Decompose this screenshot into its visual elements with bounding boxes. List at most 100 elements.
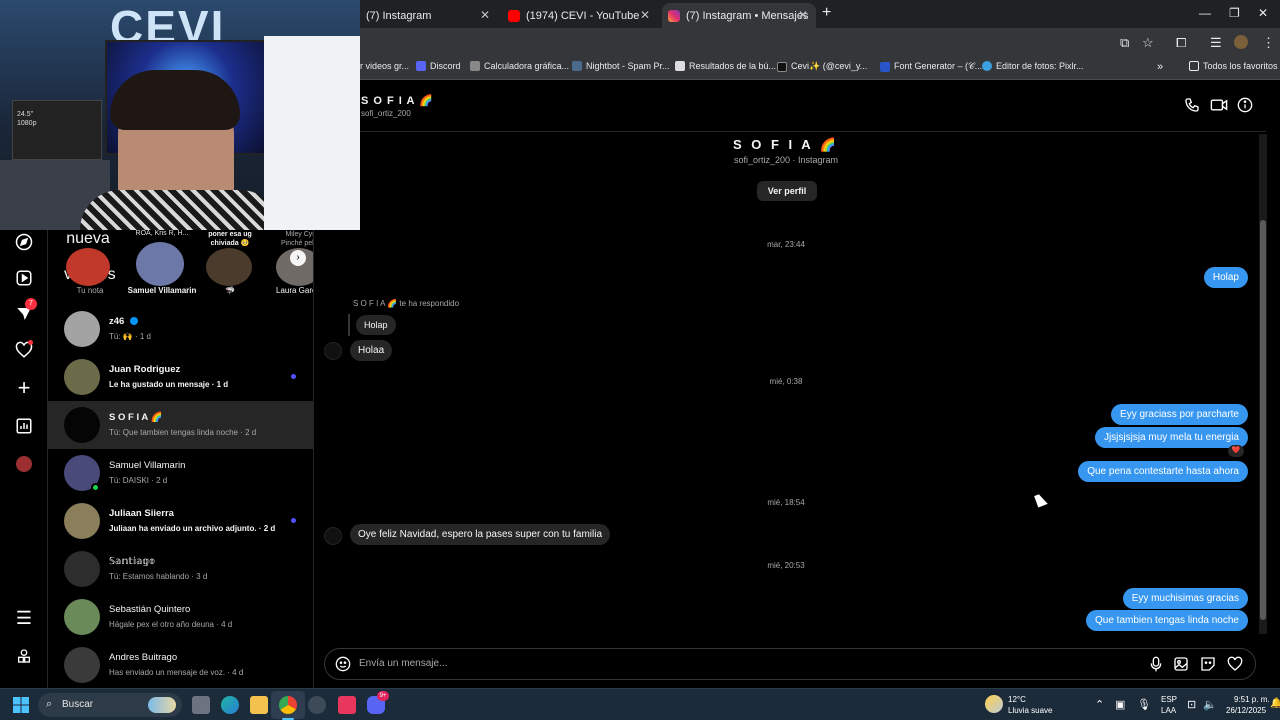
message-sent[interactable]: Eyy muchisimas gracias bbox=[1122, 588, 1248, 609]
tab-youtube[interactable]: (1974) CEVI - YouTube ✕ bbox=[502, 3, 658, 28]
close-tab-icon[interactable]: ✕ bbox=[798, 8, 808, 22]
emoji-icon[interactable] bbox=[335, 656, 351, 677]
create-plus-icon[interactable]: + bbox=[14, 375, 34, 400]
close-tab-icon[interactable]: ✕ bbox=[640, 8, 650, 22]
message-sent[interactable]: Que tambien tengas linda noche bbox=[1086, 610, 1248, 631]
chat-header-name[interactable]: S O F I A 🌈 bbox=[361, 94, 434, 107]
cast-icon[interactable]: ⧉ bbox=[1120, 35, 1129, 51]
menu-icon[interactable]: ⋮ bbox=[1262, 35, 1275, 51]
bookmark-label: Cevi✨ (@cevi_y... bbox=[791, 61, 868, 71]
avatar bbox=[64, 647, 100, 683]
conversation-row[interactable]: 𝕊𝕒𝕟𝕥𝕚𝕒𝕘𝕠 Tú: Estamos hablando · 3 d bbox=[48, 545, 313, 593]
obs-icon[interactable] bbox=[308, 696, 326, 714]
streamer-shirt bbox=[80, 190, 280, 230]
chrome-icon[interactable] bbox=[279, 696, 297, 714]
reels-icon[interactable] bbox=[14, 268, 34, 288]
restore-icon[interactable]: ❐ bbox=[1229, 6, 1240, 20]
conversation-row[interactable]: z46 Tú: 🙌 · 1 d bbox=[48, 305, 313, 353]
profile-avatar[interactable] bbox=[14, 454, 34, 474]
red-dot bbox=[28, 340, 33, 345]
tab-instagram-messages[interactable]: (7) Instagram • Mensajes ✕ bbox=[662, 3, 816, 28]
notification-bell-icon[interactable]: 🔔 bbox=[1270, 698, 1280, 709]
message-sent[interactable]: Jjsjsjsjsja muy mela tu energia bbox=[1094, 427, 1248, 448]
message-sent[interactable]: Eyy graciass por parcharte bbox=[1111, 404, 1248, 425]
all-bookmarks-folder[interactable]: Todos los favoritos bbox=[1189, 61, 1278, 71]
windows-start-icon[interactable] bbox=[13, 697, 29, 713]
tiktok-studio-icon[interactable] bbox=[338, 696, 356, 714]
info-icon[interactable] bbox=[1237, 97, 1255, 115]
conversation-row[interactable]: Juan Rodriguez Le ha gustado un mensaje … bbox=[48, 353, 313, 401]
bookmark-item[interactable]: Editor de fotos: Pixlr... bbox=[982, 61, 1084, 71]
threads-icon[interactable] bbox=[14, 646, 34, 666]
edge-icon[interactable] bbox=[221, 696, 239, 714]
taskbar-search[interactable]: ⌕ Buscar bbox=[38, 693, 182, 717]
bookmark-item[interactable]: Resultados de la bú... bbox=[675, 61, 776, 71]
more-bookmarks-icon[interactable]: » bbox=[1157, 61, 1163, 73]
conversation-preview: Hágale pex el otro año deuna · 4 d bbox=[109, 620, 233, 629]
messages-icon[interactable]: 7 bbox=[14, 298, 37, 324]
conversation-row[interactable]: S O F I A 🌈 Tú: Que tambien tengas linda… bbox=[48, 401, 313, 449]
message-received[interactable]: Holaa bbox=[350, 340, 393, 361]
quoted-message[interactable]: Holap bbox=[356, 315, 396, 335]
weather-icon[interactable] bbox=[985, 695, 1003, 713]
microphone-icon[interactable] bbox=[1149, 656, 1163, 677]
message-sent[interactable]: Que pena contestarte hasta ahora bbox=[1078, 461, 1248, 482]
conversation-row[interactable]: Andres Buitrago Has enviado un mensaje d… bbox=[48, 641, 313, 688]
phone-call-icon[interactable] bbox=[1184, 97, 1202, 115]
notes-next-arrow-icon[interactable]: › bbox=[290, 250, 306, 266]
message-sent[interactable]: Holap bbox=[1203, 267, 1248, 288]
view-profile-button[interactable]: Ver perfil bbox=[757, 181, 817, 201]
bookmark-item[interactable]: Nightbot - Spam Pr... bbox=[572, 61, 670, 71]
close-tab-icon[interactable]: ✕ bbox=[480, 8, 490, 22]
message-composer[interactable]: Envía un mensaje... bbox=[324, 648, 1256, 680]
bookmark-item[interactable]: Discord bbox=[416, 61, 461, 71]
bookmark-star-icon[interactable]: ☆ bbox=[1142, 35, 1154, 51]
discord-icon[interactable]: 9+ bbox=[367, 691, 389, 714]
unread-dot bbox=[291, 374, 296, 379]
heart-like-icon[interactable] bbox=[1227, 656, 1243, 677]
sticker-icon[interactable] bbox=[1200, 656, 1216, 677]
conversation-name: Juan Rodriguez bbox=[109, 364, 181, 375]
avatar bbox=[64, 551, 100, 587]
bookmark-item[interactable]: Calculadora gráfica... bbox=[470, 61, 569, 71]
conversation-row[interactable]: Sebastián Quintero Hágale pex el otro añ… bbox=[48, 593, 313, 641]
file-explorer-icon[interactable] bbox=[250, 696, 268, 714]
clock-date[interactable]: 26/12/2025 bbox=[1226, 706, 1266, 715]
message-received[interactable]: Oye feliz Navidad, espero la pases super… bbox=[350, 524, 611, 545]
search-placeholder: Buscar bbox=[62, 699, 94, 710]
conversation-row[interactable]: Samuel Villamarin Tú: DAISKI · 2 d bbox=[48, 449, 313, 497]
bookmark-item[interactable]: Font Generator – (𝒞... bbox=[880, 61, 982, 72]
clock-time[interactable]: 9:51 p. m. bbox=[1234, 695, 1270, 704]
notifications-heart-icon[interactable] bbox=[14, 340, 34, 360]
tab-title: (1974) CEVI - YouTube bbox=[526, 9, 640, 22]
volume-icon[interactable]: 🔈 bbox=[1203, 698, 1217, 711]
bookmark-item[interactable]: Cevi✨ (@cevi_y... bbox=[777, 61, 867, 72]
image-icon[interactable] bbox=[1173, 656, 1189, 677]
minimize-icon[interactable]: — bbox=[1199, 6, 1211, 20]
bookmark-item[interactable]: r videos gr... bbox=[360, 61, 409, 71]
tray-app-icon[interactable]: ▣ bbox=[1115, 698, 1125, 711]
language-code[interactable]: ESP bbox=[1161, 695, 1177, 704]
dashboard-icon[interactable] bbox=[14, 416, 34, 436]
profile-avatar[interactable] bbox=[1234, 35, 1248, 49]
tray-overflow-icon[interactable]: ⌃ bbox=[1095, 698, 1104, 711]
heart-reaction[interactable]: ❤️ bbox=[1228, 445, 1244, 457]
explore-icon[interactable] bbox=[14, 232, 34, 252]
tab-instagram[interactable]: (7) Instagram ✕ bbox=[360, 3, 498, 28]
chat-scrollbar-thumb[interactable] bbox=[1260, 220, 1266, 620]
more-menu-icon[interactable]: ☰ bbox=[14, 608, 34, 628]
video-call-icon[interactable] bbox=[1210, 97, 1228, 115]
new-tab-icon[interactable]: + bbox=[822, 4, 831, 22]
media-icon[interactable]: ☰ bbox=[1210, 35, 1222, 51]
webcam-overlay: CEVI 24.5" 1080p bbox=[0, 0, 360, 230]
task-view-icon[interactable] bbox=[192, 696, 210, 714]
microphone-tray-icon[interactable]: 🎙 bbox=[1137, 698, 1151, 711]
keyboard-layout[interactable]: LAA bbox=[1161, 706, 1176, 715]
tiktok-icon bbox=[777, 61, 787, 72]
network-icon[interactable]: ⊡ bbox=[1187, 698, 1196, 711]
tab-title: (7) Instagram • Mensajes bbox=[686, 9, 809, 22]
conversation-row[interactable]: Juliaan Siierra Juliaan ha enviado un ar… bbox=[48, 497, 313, 545]
message-input[interactable]: Envía un mensaje... bbox=[359, 658, 447, 669]
extensions-icon[interactable]: ⧠ bbox=[1176, 35, 1186, 51]
close-window-icon[interactable]: ✕ bbox=[1258, 6, 1268, 20]
